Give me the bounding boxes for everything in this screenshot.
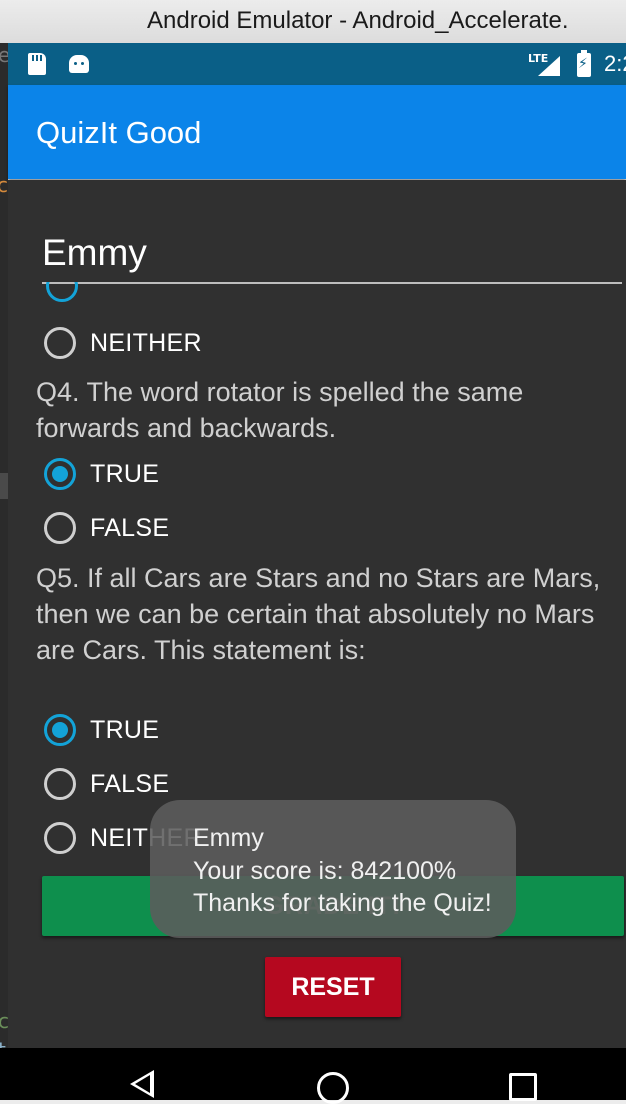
app-title: QuizIt Good <box>36 115 202 150</box>
toast-thanks: Thanks for taking the Quiz! <box>193 889 492 917</box>
radio-icon[interactable] <box>44 327 76 359</box>
q4-option-true[interactable]: TRUE <box>44 454 159 494</box>
app-bar: QuizIt Good <box>8 85 626 179</box>
battery-charging-icon <box>577 50 591 77</box>
name-input-value: Emmy <box>42 232 147 273</box>
radio-checked-icon[interactable] <box>44 458 76 490</box>
android-status-bar: LTE 2:2 <box>8 43 626 85</box>
q3-false-radio-clipped[interactable] <box>46 282 78 302</box>
name-input[interactable]: Emmy <box>42 228 622 284</box>
radio-icon[interactable] <box>44 822 76 854</box>
option-label: FALSE <box>90 513 170 542</box>
recents-icon[interactable] <box>509 1073 537 1101</box>
sd-card-icon <box>28 53 46 75</box>
option-label: FALSE <box>90 769 170 798</box>
question-4-text: Q4. The word rotator is spelled the same… <box>36 377 524 443</box>
window-title: Android Emulator - Android_Accelerate. <box>147 7 569 34</box>
reset-button[interactable]: RESET <box>265 957 401 1017</box>
android-nav-bar <box>0 1048 626 1104</box>
radio-icon[interactable] <box>44 512 76 544</box>
android-debug-icon <box>69 55 89 73</box>
background-editor-edge: e c c t <box>0 43 10 1062</box>
quiz-scroll-content[interactable]: Emmy NEITHER Q4. The word rotator is spe… <box>8 180 626 1048</box>
home-icon[interactable] <box>317 1072 349 1104</box>
toast-name: Emmy <box>193 824 264 852</box>
q3-option-neither[interactable]: NEITHER <box>44 323 202 363</box>
editor-fragment: c <box>0 173 8 197</box>
option-label: NEITHER <box>90 328 202 357</box>
question-5-text: Q5. If all Cars are Stars and no Stars a… <box>36 563 601 665</box>
signal-icon <box>538 56 560 76</box>
q4-option-false[interactable]: FALSE <box>44 508 169 548</box>
option-label: TRUE <box>90 715 160 744</box>
score-toast: Emmy Your score is: 842100% Thanks for t… <box>150 800 516 938</box>
toast-score: Your score is: 842100% <box>193 857 457 885</box>
q5-option-true[interactable]: TRUE <box>44 710 159 750</box>
status-clock: 2:2 <box>604 51 626 76</box>
editor-fragment <box>0 473 8 499</box>
q5-option-false[interactable]: FALSE <box>44 764 169 804</box>
option-label: TRUE <box>90 459 160 488</box>
radio-icon[interactable] <box>44 768 76 800</box>
radio-checked-icon[interactable] <box>44 714 76 746</box>
back-icon[interactable] <box>130 1070 154 1098</box>
emulator-window-titlebar: Android Emulator - Android_Accelerate. <box>0 0 626 44</box>
